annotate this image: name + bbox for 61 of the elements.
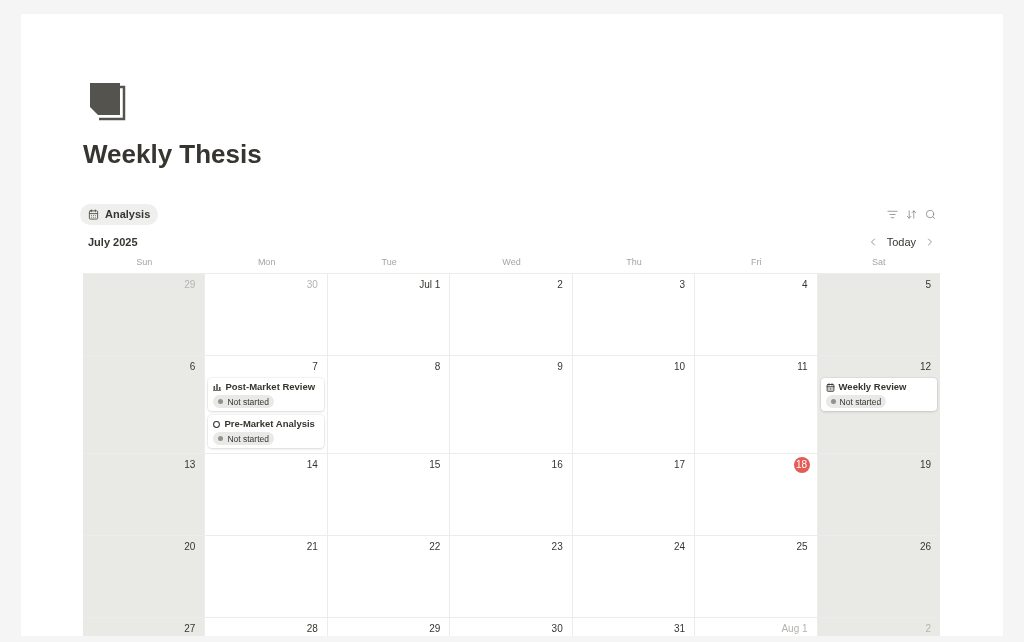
day-number: Jul 1 <box>419 279 441 291</box>
day-number: 26 <box>919 541 931 553</box>
day-number: 6 <box>189 361 196 373</box>
status-label: Not started <box>227 433 269 444</box>
event-title: Post-Market Review <box>225 381 316 393</box>
search-icon[interactable] <box>925 209 936 220</box>
filter-icon[interactable] <box>887 209 898 220</box>
day-number: 3 <box>679 279 686 291</box>
day-number: 15 <box>429 459 441 471</box>
today-button[interactable]: Today <box>884 233 918 251</box>
day-number: 5 <box>925 279 931 291</box>
day-number: 9 <box>557 361 563 373</box>
ring-icon <box>213 420 221 428</box>
weekday-label: Wed <box>502 255 521 269</box>
day-number: 31 <box>674 623 686 635</box>
day-number: 2 <box>557 279 563 291</box>
day-number: 24 <box>674 541 686 553</box>
weekday-label: Mon <box>257 255 276 269</box>
event-card[interactable]: Post-Market Review Not started <box>208 378 324 411</box>
day-number: 29 <box>429 623 441 635</box>
event-card[interactable]: Pre-Market Analysis Not started <box>208 415 324 448</box>
calendar-icon <box>825 382 835 392</box>
day-number: 27 <box>184 623 196 635</box>
day-number: 30 <box>551 623 563 635</box>
status-label: Not started <box>839 396 882 407</box>
day-number: 14 <box>306 459 318 471</box>
day-number: 19 <box>919 459 931 471</box>
day-number: 16 <box>551 459 563 471</box>
day-number: 20 <box>184 541 196 553</box>
day-number: 25 <box>796 541 808 553</box>
day-number: 10 <box>674 361 686 373</box>
sort-icon[interactable] <box>906 209 917 220</box>
day-number: 11 <box>797 361 808 373</box>
weekday-label: Sun <box>136 255 153 269</box>
calendar-icon <box>88 209 99 220</box>
day-number: 7 <box>312 361 318 373</box>
weekday-label: Sat <box>872 255 886 269</box>
view-tab[interactable]: Analysis <box>80 204 159 225</box>
day-number: 4 <box>802 279 808 291</box>
event-title: Pre-Market Analysis <box>224 418 315 430</box>
day-number: 21 <box>306 541 318 553</box>
page-title: Weekly Thesis <box>83 138 262 171</box>
status-label: Not started <box>227 396 269 407</box>
day-number: 28 <box>306 623 318 635</box>
today-date: 18 <box>793 457 810 473</box>
day-number: Aug 1 <box>781 623 808 635</box>
day-number: 23 <box>551 541 563 553</box>
day-number: 30 <box>306 279 318 291</box>
event-title: Weekly Review <box>838 381 907 393</box>
document-icon <box>90 83 128 123</box>
day-number: 8 <box>434 361 441 373</box>
weekday-label: Fri <box>751 255 762 269</box>
weekday-label: Thu <box>626 255 642 269</box>
event-card[interactable]: Weekly Review Not started <box>820 378 937 411</box>
weekday-label: Tue <box>381 255 397 269</box>
bar-chart-icon <box>213 383 222 391</box>
month-label: July 2025 <box>87 234 138 250</box>
day-number: 17 <box>674 459 686 471</box>
day-number: 22 <box>429 541 441 553</box>
day-number: 12 <box>919 361 931 373</box>
day-number: 13 <box>184 459 196 471</box>
